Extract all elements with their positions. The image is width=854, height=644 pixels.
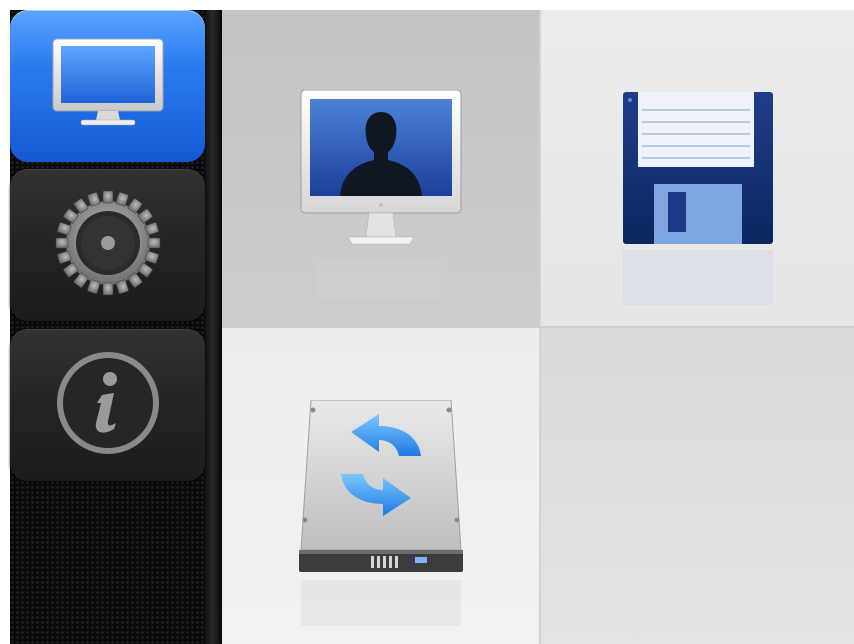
app-window <box>0 0 854 644</box>
grid-divider-horizontal <box>222 326 854 328</box>
monitor-user-icon <box>296 89 466 309</box>
floppy-disk-icon <box>618 92 778 311</box>
sidebar-item-info[interactable] <box>10 329 205 481</box>
drive-sync-icon <box>291 399 471 634</box>
tile-empty <box>541 328 854 644</box>
tile-sync[interactable] <box>222 328 539 644</box>
monitor-icon <box>48 34 168 138</box>
tile-save[interactable] <box>541 10 854 326</box>
sidebar-item-settings[interactable] <box>10 169 205 321</box>
tile-display[interactable] <box>222 10 539 326</box>
sidebar-item-display[interactable] <box>10 10 205 162</box>
gear-icon <box>34 170 181 316</box>
sidebar-divider <box>205 10 222 644</box>
options-grid <box>222 10 854 644</box>
info-icon <box>52 347 164 463</box>
